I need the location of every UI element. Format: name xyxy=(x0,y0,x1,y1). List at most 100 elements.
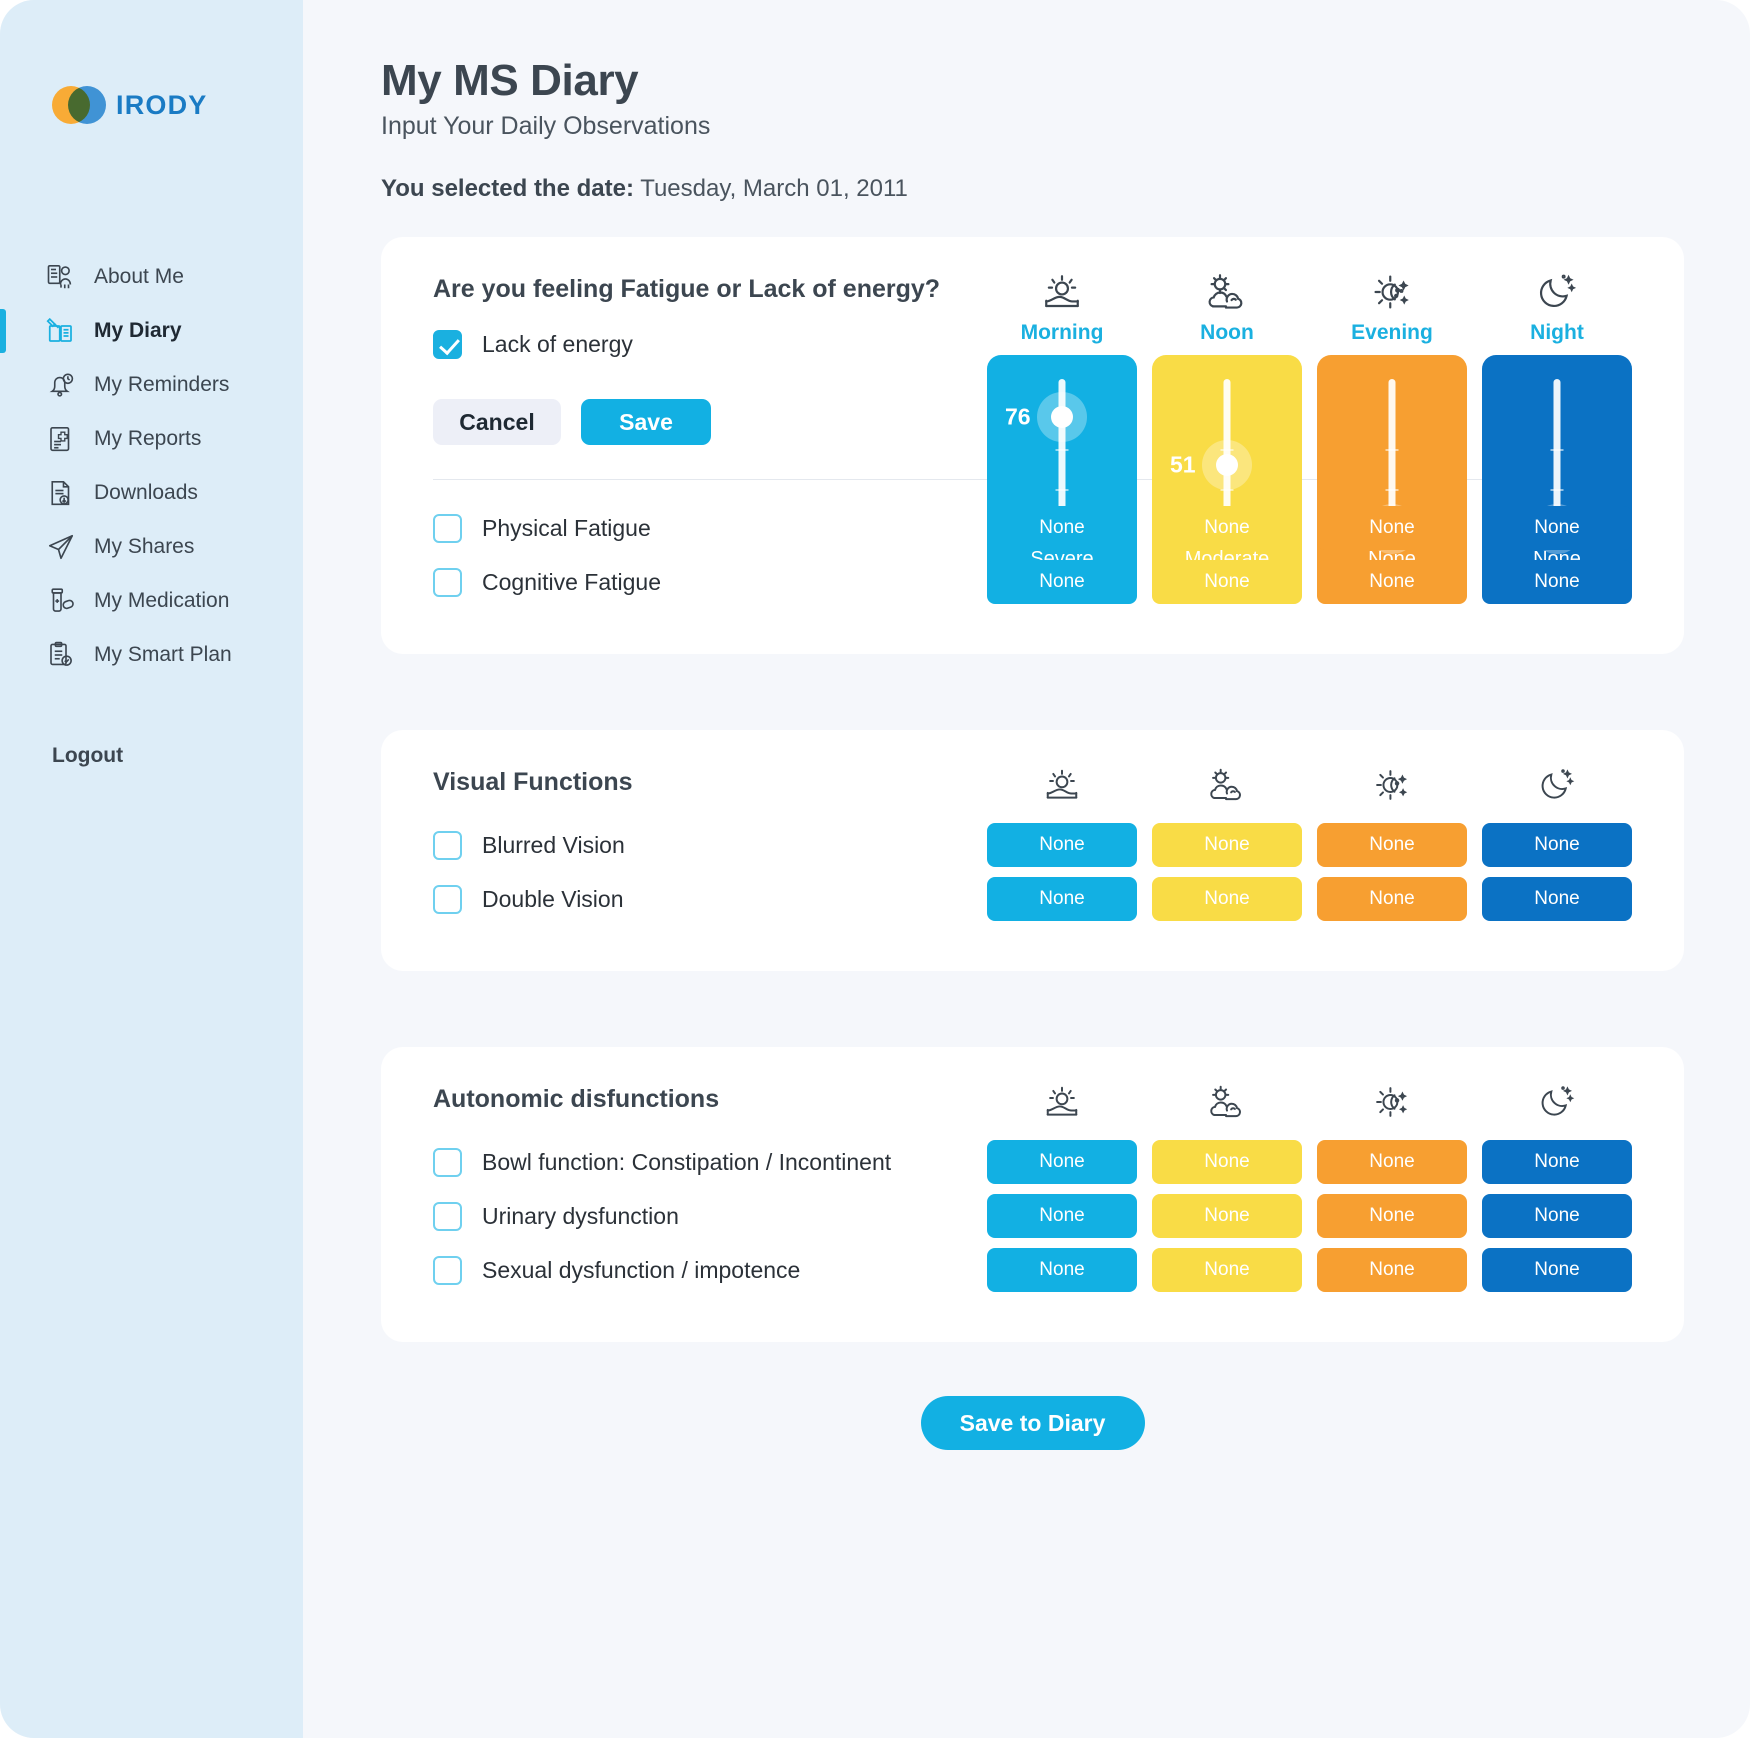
bell-clock-icon xyxy=(44,368,78,402)
person-card-icon xyxy=(44,260,78,294)
slider-value: 51 xyxy=(1170,451,1196,478)
severity-pill-night[interactable]: None xyxy=(1482,1194,1632,1238)
visual-functions-rows: Blurred Vision None None None None Doubl… xyxy=(433,823,1632,921)
sidebar-item-downloads[interactable]: Downloads xyxy=(0,466,303,520)
sidebar-item-my-smart-plan[interactable]: My Smart Plan xyxy=(0,628,303,682)
save-to-diary-button[interactable]: Save to Diary xyxy=(920,1396,1145,1450)
row-label: Physical Fatigue xyxy=(482,514,651,541)
severity-pill-morning[interactable]: None xyxy=(987,1194,1137,1238)
time-column-noon xyxy=(1152,760,1302,810)
time-column-noon xyxy=(1152,1077,1302,1127)
sidebar-item-my-reminders[interactable]: My Reminders xyxy=(0,358,303,412)
severity-pill-evening[interactable]: None xyxy=(1317,1194,1467,1238)
time-column-evening: Evening xyxy=(1317,267,1467,345)
table-row: Urinary dysfunction None None None None xyxy=(433,1194,1632,1238)
moon-stars-icon xyxy=(1482,267,1632,317)
logout-button[interactable]: Logout xyxy=(0,744,303,768)
time-of-day-header: Morning Noon Evening Night xyxy=(972,267,1632,345)
sidebar-item-my-reports[interactable]: My Reports xyxy=(0,412,303,466)
severity-pill-noon[interactable]: None xyxy=(1152,1248,1302,1292)
time-label: Evening xyxy=(1351,321,1433,344)
severity-pill-night[interactable]: None xyxy=(1482,1140,1632,1184)
autonomic-rows: Bowl function: Constipation / Incontinen… xyxy=(433,1140,1632,1292)
time-label: Night xyxy=(1530,321,1584,344)
time-label: Noon xyxy=(1200,321,1254,344)
severity-pill-evening[interactable]: None xyxy=(1317,823,1467,867)
severity-pill-night[interactable]: None xyxy=(1482,506,1632,550)
severity-pill-noon[interactable]: None xyxy=(1152,877,1302,921)
cognitive-fatigue-checkbox[interactable] xyxy=(433,567,462,597)
severity-pill-evening[interactable]: None xyxy=(1317,506,1467,550)
slider-thumb[interactable] xyxy=(1216,454,1238,476)
brand-name: IRODY xyxy=(116,89,208,120)
lack-of-energy-checkbox[interactable] xyxy=(433,330,462,359)
time-label: Morning xyxy=(1020,321,1104,344)
time-of-day-header xyxy=(972,760,1632,810)
sunrise-icon xyxy=(987,1077,1137,1127)
table-row: Bowl function: Constipation / Incontinen… xyxy=(433,1140,1632,1184)
severity-pill-morning[interactable]: None xyxy=(987,1140,1137,1184)
selected-date: You selected the date: Tuesday, March 01… xyxy=(381,175,1684,203)
irody-logo-icon xyxy=(52,86,106,124)
time-column-night: Night xyxy=(1482,267,1632,345)
sidebar-item-my-diary[interactable]: My Diary xyxy=(0,304,303,358)
bowl-function-checkbox[interactable] xyxy=(433,1147,462,1177)
cancel-button[interactable]: Cancel xyxy=(433,399,561,445)
severity-pill-evening[interactable]: None xyxy=(1317,1248,1467,1292)
severity-pill-noon[interactable]: None xyxy=(1152,506,1302,550)
sidebar: IRODY About Me My Diary My Reminders My … xyxy=(0,0,303,1738)
severity-pill-evening[interactable]: None xyxy=(1317,877,1467,921)
sidebar-item-my-medication[interactable]: My Medication xyxy=(0,574,303,628)
time-column-morning xyxy=(987,760,1137,810)
severity-pill-night[interactable]: None xyxy=(1482,560,1632,604)
moon-stars-icon xyxy=(1482,1077,1632,1127)
sunrise-icon xyxy=(987,267,1137,317)
sidebar-item-label: My Medication xyxy=(94,589,230,612)
severity-pill-evening[interactable]: None xyxy=(1317,1140,1467,1184)
page-subtitle: Input Your Daily Observations xyxy=(381,112,711,140)
autonomic-disfunctions-card: Autonomic disfunctions Bowl function: Co… xyxy=(381,1047,1684,1342)
severity-pill-morning[interactable]: None xyxy=(987,823,1137,867)
row-label: Cognitive Fatigue xyxy=(482,568,661,595)
physical-fatigue-checkbox[interactable] xyxy=(433,513,462,543)
severity-pill-noon[interactable]: None xyxy=(1152,823,1302,867)
sun-moon-icon xyxy=(1317,267,1467,317)
sexual-dysfunction-checkbox[interactable] xyxy=(433,1255,462,1285)
sun-moon-icon xyxy=(1317,760,1467,810)
blurred-vision-checkbox[interactable] xyxy=(433,830,462,860)
time-of-day-header xyxy=(972,1077,1632,1127)
brand-logo[interactable]: IRODY xyxy=(0,70,303,140)
row-label: Blurred Vision xyxy=(482,831,625,858)
selected-date-value: Tuesday, March 01, 2011 xyxy=(640,175,908,202)
slider-value: 76 xyxy=(1005,403,1031,430)
time-column-evening xyxy=(1317,760,1467,810)
report-medical-icon xyxy=(44,422,78,456)
save-button[interactable]: Save xyxy=(581,399,711,445)
sidebar-item-label: My Shares xyxy=(94,535,195,558)
row-label: Bowl function: Constipation / Incontinen… xyxy=(482,1148,892,1175)
severity-pill-noon[interactable]: None xyxy=(1152,1140,1302,1184)
table-row: Blurred Vision None None None None xyxy=(433,823,1632,867)
sidebar-item-label: About Me xyxy=(94,265,184,288)
sidebar-item-my-shares[interactable]: My Shares xyxy=(0,520,303,574)
double-vision-checkbox[interactable] xyxy=(433,884,462,914)
urinary-dysfunction-checkbox[interactable] xyxy=(433,1201,462,1231)
severity-pill-morning[interactable]: None xyxy=(987,877,1137,921)
severity-pill-morning[interactable]: None xyxy=(987,1248,1137,1292)
severity-pill-morning[interactable]: None xyxy=(987,506,1137,550)
sidebar-item-about-me[interactable]: About Me xyxy=(0,250,303,304)
severity-pill-night[interactable]: None xyxy=(1482,823,1632,867)
severity-pill-noon[interactable]: None xyxy=(1152,1194,1302,1238)
severity-pill-night[interactable]: None xyxy=(1482,877,1632,921)
time-column-noon: Noon xyxy=(1152,267,1302,345)
lack-of-energy-label: Lack of energy xyxy=(482,331,633,357)
slider-thumb[interactable] xyxy=(1051,406,1073,428)
severity-pill-morning[interactable]: None xyxy=(987,560,1137,604)
severity-pill-noon[interactable]: None xyxy=(1152,560,1302,604)
diary-pencil-icon xyxy=(44,314,78,348)
severity-pill-night[interactable]: None xyxy=(1482,1248,1632,1292)
selected-date-label: You selected the date: xyxy=(381,175,634,202)
document-download-icon xyxy=(44,476,78,510)
time-column-night xyxy=(1482,1077,1632,1127)
severity-pill-evening[interactable]: None xyxy=(1317,560,1467,604)
